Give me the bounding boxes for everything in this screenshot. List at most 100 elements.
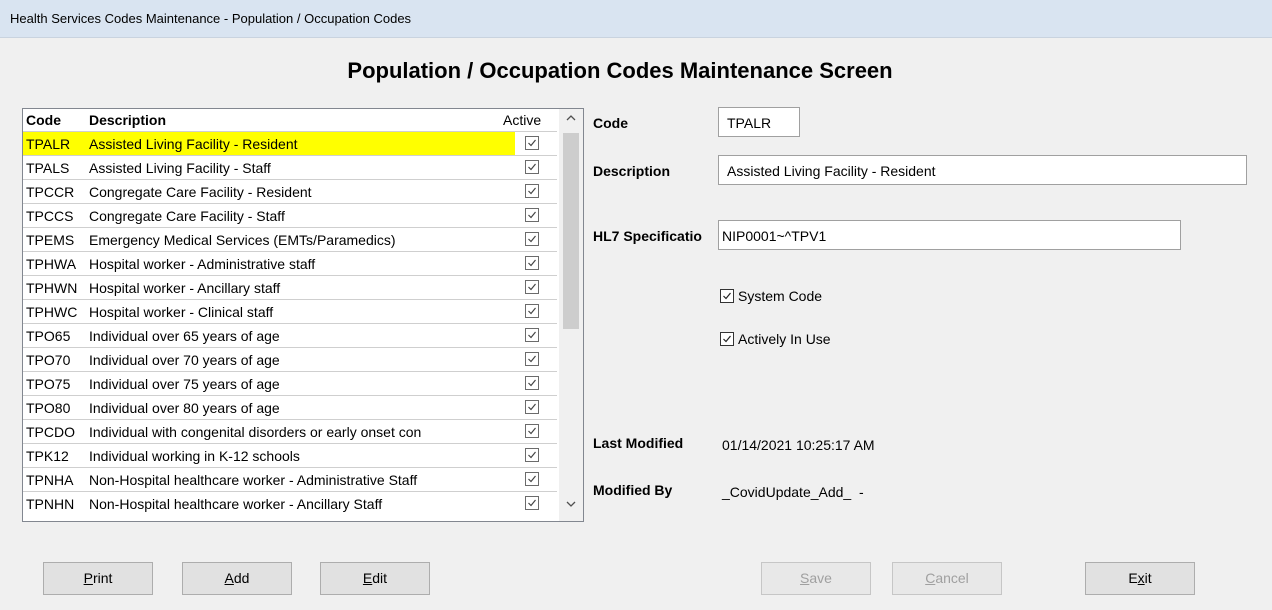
description-field[interactable]: Assisted Living Facility - Resident — [718, 155, 1247, 185]
check-icon — [528, 283, 536, 291]
active-checkbox[interactable] — [525, 400, 539, 414]
active-checkbox[interactable] — [525, 160, 539, 174]
cancel-mnemonic: C — [925, 570, 936, 586]
table-row[interactable]: TPHWC Hospital worker - Clinical staff — [23, 299, 557, 323]
table-row[interactable]: TPO80 Individual over 80 years of age — [23, 395, 557, 419]
check-icon — [720, 332, 734, 346]
app-window: Health Services Codes Maintenance - Popu… — [0, 0, 1272, 610]
table-row[interactable]: TPNHN Non-Hospital healthcare worker - An… — [23, 491, 557, 515]
table-row[interactable]: TPCCS Congregate Care Facility - Staff — [23, 203, 557, 227]
check-icon — [528, 499, 536, 507]
active-checkbox[interactable] — [525, 496, 539, 510]
window-title: Health Services Codes Maintenance - Popu… — [10, 11, 412, 26]
code-field[interactable]: TPALR — [718, 107, 800, 137]
row-code: TPO70 — [26, 352, 71, 368]
check-icon — [528, 379, 536, 387]
row-description: Assisted Living Facility - Resident — [89, 136, 298, 152]
active-checkbox[interactable] — [525, 208, 539, 222]
row-description: Individual over 80 years of age — [89, 400, 280, 416]
active-checkbox[interactable] — [525, 424, 539, 438]
row-description: Assisted Living Facility - Staff — [89, 160, 271, 176]
hl7-specification-label: HL7 Specificatio — [593, 228, 702, 244]
print-button[interactable]: Print — [43, 562, 153, 595]
table-row[interactable]: TPCDO Individual with congenital disorder… — [23, 419, 557, 443]
table-row[interactable]: TPEMS Emergency Medical Services (EMTs/Pa… — [23, 227, 557, 251]
cancel-button-label: ancel — [935, 570, 969, 586]
edit-mnemonic: E — [362, 570, 373, 586]
active-checkbox[interactable] — [525, 136, 539, 150]
edit-button-label: dit — [372, 570, 388, 586]
add-button-label: dd — [233, 570, 250, 586]
exit-button-label-start: E — [1128, 570, 1138, 586]
row-code: TPALR — [23, 132, 85, 155]
save-mnemonic: S — [800, 570, 810, 586]
table-row[interactable]: TPO65 Individual over 65 years of age — [23, 323, 557, 347]
row-description: Congregate Care Facility - Staff — [89, 208, 285, 224]
row-description: Emergency Medical Services (EMTs/Paramed… — [89, 232, 396, 248]
row-description: Non-Hospital healthcare worker - Ancilla… — [89, 496, 383, 512]
table-row[interactable]: TPCCR Congregate Care Facility - Resident — [23, 179, 557, 203]
check-icon — [528, 451, 536, 459]
table-row[interactable]: TPHWN Hospital worker - Ancillary staff — [23, 275, 557, 299]
active-checkbox[interactable] — [525, 184, 539, 198]
active-checkbox[interactable] — [525, 448, 539, 462]
check-icon — [528, 163, 536, 171]
active-checkbox[interactable] — [525, 232, 539, 246]
hl7-specification-field[interactable]: NIP0001~^TPV1 — [718, 220, 1181, 250]
save-button[interactable]: Save — [761, 562, 871, 595]
scrollbar-thumb[interactable] — [563, 133, 579, 329]
row-description: Individual over 75 years of age — [89, 376, 280, 392]
row-description: Hospital worker - Ancillary staff — [89, 280, 281, 296]
active-checkbox[interactable] — [525, 256, 539, 270]
active-checkbox[interactable] — [525, 472, 539, 486]
vertical-scrollbar[interactable] — [559, 109, 583, 521]
table-row[interactable]: TPO75 Individual over 75 years of age — [23, 371, 557, 395]
active-checkbox[interactable] — [525, 352, 539, 366]
check-icon — [528, 427, 536, 435]
active-checkbox[interactable] — [525, 328, 539, 342]
table-row[interactable]: TPALS Assisted Living Facility - Staff — [23, 155, 557, 179]
table-row[interactable]: TPALR Assisted Living Facility - Resident — [23, 131, 557, 155]
check-icon — [528, 307, 536, 315]
add-button[interactable]: Add — [182, 562, 292, 595]
row-description: Hospital worker - Clinical staff — [89, 304, 274, 320]
print-mnemonic: P — [83, 570, 93, 586]
table-row[interactable]: TPK12 Individual working in K-12 schools — [23, 443, 557, 467]
table-row[interactable]: TPO70 Individual over 70 years of age — [23, 347, 557, 371]
check-icon — [528, 139, 536, 147]
chevron-up-icon[interactable] — [559, 112, 583, 132]
row-code: TPCCS — [26, 208, 74, 224]
print-button-label: rint — [92, 570, 113, 586]
modified-by-label: Modified By — [593, 482, 673, 498]
page-title: Population / Occupation Codes Maintenanc… — [347, 58, 893, 83]
row-description: Hospital worker - Administrative staff — [89, 256, 316, 272]
row-code: TPHWA — [26, 256, 77, 272]
cancel-button[interactable]: Cancel — [892, 562, 1002, 595]
exit-button[interactable]: Exit — [1085, 562, 1195, 595]
edit-button[interactable]: Edit — [320, 562, 430, 595]
codes-list[interactable]: Code Description Active TPALR Assisted Li… — [22, 108, 584, 522]
exit-mnemonic: x — [1137, 570, 1145, 586]
actively-in-use-label: Actively In Use — [738, 331, 831, 347]
add-mnemonic: A — [224, 570, 234, 586]
row-code: TPNHA — [26, 472, 74, 488]
check-icon — [528, 259, 536, 267]
column-header-code[interactable]: Code — [26, 112, 61, 128]
row-code: TPO75 — [26, 376, 71, 392]
table-row[interactable]: TPNHA Non-Hospital healthcare worker - Ad… — [23, 467, 557, 491]
column-header-active[interactable]: Active — [503, 112, 541, 128]
active-checkbox[interactable] — [525, 280, 539, 294]
chevron-down-icon[interactable] — [559, 498, 583, 518]
row-code: TPNHN — [26, 496, 75, 512]
row-description: Individual over 65 years of age — [89, 328, 280, 344]
active-checkbox[interactable] — [525, 376, 539, 390]
column-header-description[interactable]: Description — [89, 112, 166, 128]
list-rows: TPALR Assisted Living Facility - Resident… — [23, 131, 557, 515]
code-label: Code — [593, 115, 628, 131]
system-code-label: System Code — [738, 288, 823, 304]
exit-button-label-end: it — [1144, 570, 1152, 586]
save-button-label: ave — [809, 570, 832, 586]
active-checkbox[interactable] — [525, 304, 539, 318]
table-row[interactable]: TPHWA Hospital worker - Administrative st… — [23, 251, 557, 275]
row-description: Non-Hospital healthcare worker - Adminis… — [89, 472, 418, 488]
